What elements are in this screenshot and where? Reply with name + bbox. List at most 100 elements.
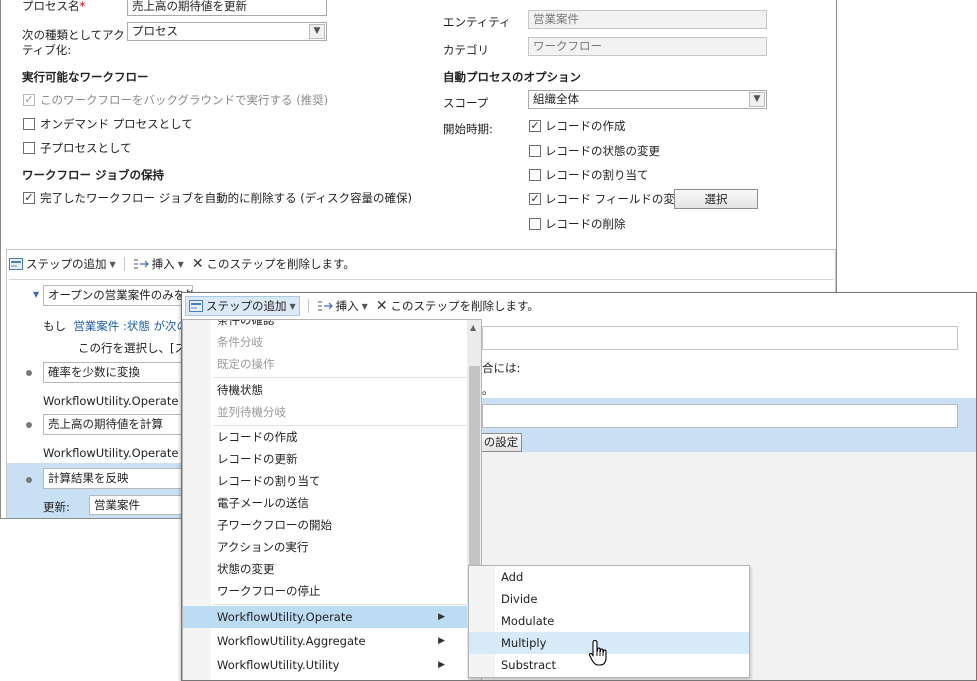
condition-entity-link[interactable]: 営業案件 [73,319,119,333]
auto-delete-label: 完了したワークフロー ジョブを自動的に削除する (ディスク容量の確保) [40,191,412,205]
select-fields-button[interactable]: 選択 [674,189,758,209]
add-step-button-active[interactable]: ステップの追加 ▼ [185,296,300,316]
menu-item-start-child-workflow[interactable]: 子ワークフローの開始 [183,514,481,536]
status-changed-checkbox[interactable] [529,145,541,157]
steps-editor-window: ステップの追加 ▼ 挿入 ▼ ✕ このステップを削除します。 合には: 。 の設… [181,292,977,681]
on-demand-checkbox[interactable] [23,118,35,130]
assigned-checkbox[interactable] [529,169,541,181]
job-retention-heading: ワークフロー ジョブの保持 [22,168,165,182]
condition-suffix: 合には: [482,361,521,375]
entity-label: エンティティ [443,15,511,29]
scroll-up-icon[interactable]: ▲ [470,323,476,332]
collapse-icon[interactable]: ▼ [33,290,39,299]
close-icon: ✕ [191,256,204,272]
menu-item-conditional-branch: 条件分岐 [217,335,263,349]
select-row-hint: この行を選択し、[ステ [78,341,198,355]
add-step-menu: 条件の確認 条件分岐 既定の操作 待機状態 並列待機分岐 レコードの作成 レコー… [182,319,482,680]
record-deleted-checkbox[interactable] [529,218,541,230]
close-icon: ✕ [375,298,388,314]
chevron-right-icon: ▶ [438,660,445,670]
menu-separator [213,377,481,378]
activate-as-select[interactable]: プロセス ▼ [127,22,327,41]
condition-step-input[interactable]: オープンの営業案件のみを処 [43,285,193,306]
submenu-item-modulate[interactable]: Modulate [469,610,749,632]
steps-toolbar-front: ステップの追加 ▼ 挿入 ▼ ✕ このステップを削除します。 [185,293,975,319]
insert-icon [133,259,149,269]
menu-item-check-condition[interactable]: 条件の確認 [183,320,481,331]
fields-changed-label: レコード フィールドの変更 [545,192,687,206]
scope-label: スコープ [443,96,489,110]
chevron-down-icon: ▼ [177,259,184,269]
menu-item-workflowutility-utility[interactable]: WorkflowUtility.Utility ▶ [183,654,467,676]
chevron-right-icon: ▶ [438,612,445,622]
submenu-item-add[interactable]: Add [469,566,749,588]
menu-item-update-record[interactable]: レコードの更新 [183,448,481,470]
step-bullet [26,477,32,483]
menu-item-send-email[interactable]: 電子メールの送信 [183,492,481,514]
record-deleted-label: レコードの削除 [545,217,626,231]
add-step-button[interactable]: ステップの追加 ▼ [9,256,116,272]
menu-item-stop-workflow[interactable]: ワークフローの停止 [183,580,481,602]
delete-step-button[interactable]: ✕ このステップを削除します。 [192,256,355,272]
menu-separator [213,604,481,605]
add-step-icon [189,300,203,312]
step-name-input[interactable]: 売上高の期待値を計算 [43,414,193,435]
activate-as-label: 次の種類としてアク ティブ化: [22,28,125,57]
menu-item-create-record[interactable]: レコードの作成 [183,426,481,448]
condition-step-input-front[interactable] [482,326,958,350]
chevron-right-icon: ▶ [438,636,445,646]
menu-item-workflowutility-operate[interactable]: WorkflowUtility.Operate ▶ [183,606,467,628]
set-properties-button[interactable]: の設定 [480,433,522,452]
menu-item-default-action: 既定の操作 [217,357,275,371]
toolbar-divider [123,257,125,271]
process-name-label: プロセス名* [22,0,86,13]
record-created-checkbox[interactable]: ✓ [529,120,541,132]
step-bullet [26,422,32,428]
condition-description: もし 営業案件 :状態 が次の [43,319,188,333]
menu-item-perform-action[interactable]: アクションの実行 [183,536,481,558]
step-bullet [26,370,32,376]
background-label: このワークフローをバックグラウンドで実行する (推奨) [40,93,329,107]
toolbar-bottom-border [9,279,834,280]
background-checkbox[interactable]: ✓ [23,94,35,106]
hand-cursor-icon [588,639,607,666]
child-process-label: 子プロセスとして [40,141,132,155]
step-name-input[interactable]: 確率を少数に変換 [43,362,193,383]
options-heading: 自動プロセスのオプション [443,70,581,84]
menu-item-wait-condition[interactable]: 待機状態 [183,379,481,401]
menu-item-change-status[interactable]: 状態の変更 [183,558,481,580]
menu-item-assign-record[interactable]: レコードの割り当て [183,470,481,492]
process-name-input[interactable]: 売上高の期待値を更新 [127,0,327,16]
entity-field: 営業案件 [528,10,767,29]
steps-toolbar: ステップの追加 ▼ 挿入 ▼ ✕ このステップを削除します。 [9,251,834,277]
chevron-down-icon: ▼ [361,301,368,311]
scope-select[interactable]: 組織全体 ▼ [528,90,767,109]
category-label: カテゴリ [443,43,489,57]
fields-changed-checkbox[interactable]: ✓ [529,193,541,205]
assigned-label: レコードの割り当て [545,168,649,182]
available-heading: 実行可能なワークフロー [22,70,149,84]
hint-period: 。 [482,383,494,397]
child-process-checkbox[interactable] [23,142,35,154]
toolbar-divider [307,299,309,313]
insert-icon [317,301,333,311]
chevron-down-icon: ▼ [309,24,325,39]
update-label: 更新: [43,500,70,514]
menu-item-workflowutility-aggregate[interactable]: WorkflowUtility.Aggregate ▶ [183,630,467,652]
delete-step-button[interactable]: ✕ このステップを削除します。 [376,298,539,314]
step-name-input-front[interactable] [482,404,958,428]
auto-delete-checkbox[interactable]: ✓ [23,192,35,204]
category-field: ワークフロー [528,37,767,56]
status-changed-label: レコードの状態の変更 [545,144,660,158]
step-action-label: WorkflowUtility.Operate [43,394,179,408]
update-entity-field[interactable]: 営業案件 [89,495,193,515]
start-when-label: 開始時期: [443,122,493,136]
on-demand-label: オンデマンド プロセスとして [40,117,193,131]
insert-button[interactable]: 挿入 ▼ [317,298,368,314]
insert-button[interactable]: 挿入 ▼ [133,256,184,272]
step-name-input[interactable]: 計算結果を反映 [43,468,193,489]
menu-item-parallel-wait: 並列待機分岐 [217,405,286,419]
chevron-down-icon: ▼ [749,92,765,107]
step-action-label: WorkflowUtility.Operate [43,446,179,460]
submenu-item-divide[interactable]: Divide [469,588,749,610]
